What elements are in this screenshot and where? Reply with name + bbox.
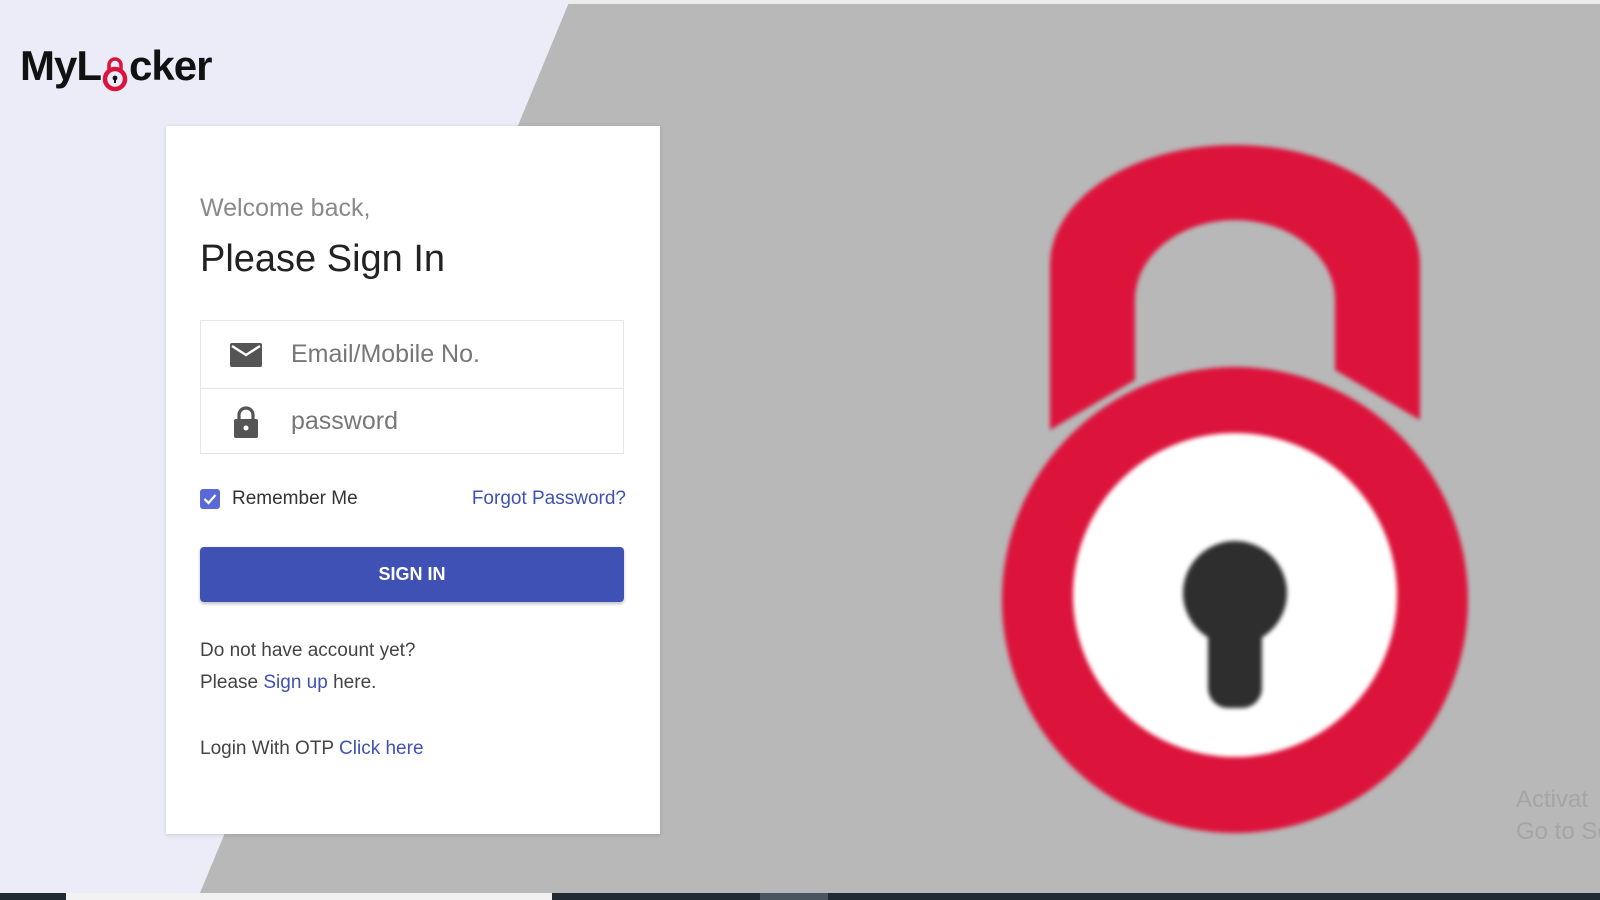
otp-prefix: Login With OTP bbox=[200, 738, 340, 759]
check-icon bbox=[203, 494, 217, 505]
app-logo: MyL cker bbox=[20, 42, 212, 92]
password-row bbox=[201, 388, 623, 455]
otp-login-link[interactable]: Click here bbox=[339, 738, 423, 759]
page-title: Please Sign In bbox=[200, 238, 446, 280]
signup-line: Please Sign up here. bbox=[200, 672, 376, 694]
signup-prefix: Please bbox=[200, 672, 264, 693]
no-account-text: Do not have account yet? bbox=[200, 640, 416, 661]
lock-icon bbox=[201, 405, 291, 438]
padlock-icon bbox=[1002, 145, 1468, 833]
watermark-line2: Go to Set bbox=[1516, 818, 1600, 845]
email-row bbox=[201, 321, 623, 389]
taskbar-segment bbox=[760, 893, 828, 900]
remember-label: Remember Me bbox=[232, 488, 358, 509]
activation-watermark: Activat Go to Set bbox=[1516, 784, 1600, 848]
mail-icon bbox=[201, 342, 291, 367]
remember-checkbox[interactable] bbox=[200, 489, 220, 509]
email-input[interactable] bbox=[291, 340, 591, 369]
password-input[interactable] bbox=[291, 407, 591, 436]
login-card: Welcome back, Please Sign In Email/Mobil… bbox=[166, 126, 660, 834]
credentials-group bbox=[200, 320, 624, 454]
logo-text-end: cker bbox=[129, 42, 212, 89]
otp-line: Login With OTP Click here bbox=[200, 738, 424, 760]
signup-suffix: here. bbox=[327, 672, 377, 693]
logo-lock-icon bbox=[102, 54, 128, 92]
sign-up-link[interactable]: Sign up bbox=[263, 672, 327, 693]
taskbar-segment bbox=[66, 893, 552, 900]
remember-me[interactable]: Remember Me bbox=[200, 488, 358, 510]
watermark-line1: Activat bbox=[1516, 786, 1589, 813]
forgot-password-link[interactable]: Forgot Password? bbox=[472, 488, 626, 510]
logo-text-start: MyL bbox=[20, 42, 102, 89]
welcome-text: Welcome back, bbox=[200, 194, 371, 222]
sign-in-button[interactable]: SIGN IN bbox=[200, 547, 624, 602]
